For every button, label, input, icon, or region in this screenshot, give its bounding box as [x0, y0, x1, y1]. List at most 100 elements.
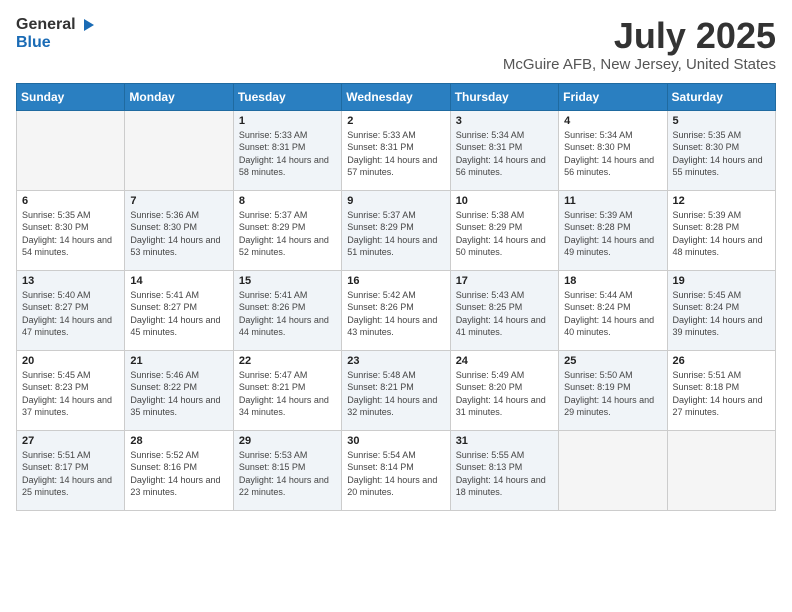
- cell-daylight: Daylight: 14 hours and 53 minutes.: [130, 234, 227, 259]
- day-number: 18: [564, 275, 661, 287]
- cell-daylight: Daylight: 14 hours and 41 minutes.: [456, 314, 553, 339]
- cell-sunset: Sunset: 8:18 PM: [673, 381, 770, 394]
- cell-july-9: 9 Sunrise: 5:37 AM Sunset: 8:29 PM Dayli…: [342, 190, 450, 270]
- cell-daylight: Daylight: 14 hours and 20 minutes.: [347, 474, 444, 499]
- week-row-4: 20 Sunrise: 5:45 AM Sunset: 8:23 PM Dayl…: [17, 350, 776, 430]
- cell-daylight: Daylight: 14 hours and 25 minutes.: [22, 474, 119, 499]
- cell-sunrise: Sunrise: 5:50 AM: [564, 369, 661, 382]
- day-number: 21: [130, 355, 227, 367]
- cell-july-14: 14 Sunrise: 5:41 AM Sunset: 8:27 PM Dayl…: [125, 270, 233, 350]
- cell-daylight: Daylight: 14 hours and 47 minutes.: [22, 314, 119, 339]
- day-number: 5: [673, 115, 770, 127]
- cell-sunset: Sunset: 8:28 PM: [673, 221, 770, 234]
- day-header-saturday: Saturday: [667, 83, 775, 110]
- cell-sunset: Sunset: 8:23 PM: [22, 381, 119, 394]
- cell-daylight: Daylight: 14 hours and 44 minutes.: [239, 314, 336, 339]
- cell-daylight: Daylight: 14 hours and 32 minutes.: [347, 394, 444, 419]
- cell-sunrise: Sunrise: 5:49 AM: [456, 369, 553, 382]
- cell-sunset: Sunset: 8:27 PM: [130, 301, 227, 314]
- main-title: July 2025: [503, 16, 776, 56]
- cell-sunset: Sunset: 8:22 PM: [130, 381, 227, 394]
- cell-sunset: Sunset: 8:21 PM: [347, 381, 444, 394]
- cell-daylight: Daylight: 14 hours and 35 minutes.: [130, 394, 227, 419]
- cell-sunrise: Sunrise: 5:51 AM: [22, 449, 119, 462]
- cell-sunset: Sunset: 8:28 PM: [564, 221, 661, 234]
- cell-july-1: 1 Sunrise: 5:33 AM Sunset: 8:31 PM Dayli…: [233, 110, 341, 190]
- cell-daylight: Daylight: 14 hours and 40 minutes.: [564, 314, 661, 339]
- day-number: 8: [239, 195, 336, 207]
- cell-july-23: 23 Sunrise: 5:48 AM Sunset: 8:21 PM Dayl…: [342, 350, 450, 430]
- cell-july-13: 13 Sunrise: 5:40 AM Sunset: 8:27 PM Dayl…: [17, 270, 125, 350]
- day-number: 19: [673, 275, 770, 287]
- day-header-wednesday: Wednesday: [342, 83, 450, 110]
- cell-daylight: Daylight: 14 hours and 56 minutes.: [564, 154, 661, 179]
- cell-daylight: Daylight: 14 hours and 34 minutes.: [239, 394, 336, 419]
- cell-july-17: 17 Sunrise: 5:43 AM Sunset: 8:25 PM Dayl…: [450, 270, 558, 350]
- cell-sunrise: Sunrise: 5:48 AM: [347, 369, 444, 382]
- cell-daylight: Daylight: 14 hours and 43 minutes.: [347, 314, 444, 339]
- cell-sunrise: Sunrise: 5:34 AM: [456, 129, 553, 142]
- cell-july-15: 15 Sunrise: 5:41 AM Sunset: 8:26 PM Dayl…: [233, 270, 341, 350]
- day-number: 14: [130, 275, 227, 287]
- cell-july-7: 7 Sunrise: 5:36 AM Sunset: 8:30 PM Dayli…: [125, 190, 233, 270]
- cell-sunrise: Sunrise: 5:36 AM: [130, 209, 227, 222]
- cell-july-12: 12 Sunrise: 5:39 AM Sunset: 8:28 PM Dayl…: [667, 190, 775, 270]
- cell-daylight: Daylight: 14 hours and 23 minutes.: [130, 474, 227, 499]
- cell-sunrise: Sunrise: 5:53 AM: [239, 449, 336, 462]
- cell-sunset: Sunset: 8:21 PM: [239, 381, 336, 394]
- week-row-1: 1 Sunrise: 5:33 AM Sunset: 8:31 PM Dayli…: [17, 110, 776, 190]
- day-number: 17: [456, 275, 553, 287]
- cell-sunrise: Sunrise: 5:52 AM: [130, 449, 227, 462]
- cell-daylight: Daylight: 14 hours and 51 minutes.: [347, 234, 444, 259]
- cell-sunset: Sunset: 8:29 PM: [456, 221, 553, 234]
- day-number: 29: [239, 435, 336, 447]
- cell-daylight: Daylight: 14 hours and 31 minutes.: [456, 394, 553, 419]
- subtitle: McGuire AFB, New Jersey, United States: [503, 56, 776, 73]
- cell-july-29: 29 Sunrise: 5:53 AM Sunset: 8:15 PM Dayl…: [233, 430, 341, 510]
- cell-daylight: Daylight: 14 hours and 50 minutes.: [456, 234, 553, 259]
- cell-july-11: 11 Sunrise: 5:39 AM Sunset: 8:28 PM Dayl…: [559, 190, 667, 270]
- cell-sunrise: Sunrise: 5:37 AM: [347, 209, 444, 222]
- cell-sunset: Sunset: 8:24 PM: [564, 301, 661, 314]
- cell-july-28: 28 Sunrise: 5:52 AM Sunset: 8:16 PM Dayl…: [125, 430, 233, 510]
- week-row-2: 6 Sunrise: 5:35 AM Sunset: 8:30 PM Dayli…: [17, 190, 776, 270]
- day-number: 6: [22, 195, 119, 207]
- logo-blue: Blue: [16, 34, 51, 51]
- cell-daylight: Daylight: 14 hours and 56 minutes.: [456, 154, 553, 179]
- cell-sunrise: Sunrise: 5:33 AM: [347, 129, 444, 142]
- cell-sunset: Sunset: 8:15 PM: [239, 461, 336, 474]
- day-number: 13: [22, 275, 119, 287]
- cell-sunrise: Sunrise: 5:35 AM: [673, 129, 770, 142]
- cell-july-6: 6 Sunrise: 5:35 AM Sunset: 8:30 PM Dayli…: [17, 190, 125, 270]
- cell-daylight: Daylight: 14 hours and 18 minutes.: [456, 474, 553, 499]
- day-number: 22: [239, 355, 336, 367]
- cell-july-2: 2 Sunrise: 5:33 AM Sunset: 8:31 PM Dayli…: [342, 110, 450, 190]
- day-number: 16: [347, 275, 444, 287]
- cell-daylight: Daylight: 14 hours and 58 minutes.: [239, 154, 336, 179]
- cell-daylight: Daylight: 14 hours and 39 minutes.: [673, 314, 770, 339]
- cell-july-24: 24 Sunrise: 5:49 AM Sunset: 8:20 PM Dayl…: [450, 350, 558, 430]
- cell-sunrise: Sunrise: 5:46 AM: [130, 369, 227, 382]
- cell-sunset: Sunset: 8:14 PM: [347, 461, 444, 474]
- cell-daylight: Daylight: 14 hours and 45 minutes.: [130, 314, 227, 339]
- cell-sunset: Sunset: 8:30 PM: [130, 221, 227, 234]
- day-header-sunday: Sunday: [17, 83, 125, 110]
- cell-july-4: 4 Sunrise: 5:34 AM Sunset: 8:30 PM Dayli…: [559, 110, 667, 190]
- cell-sunrise: Sunrise: 5:51 AM: [673, 369, 770, 382]
- cell-july-25: 25 Sunrise: 5:50 AM Sunset: 8:19 PM Dayl…: [559, 350, 667, 430]
- cell-daylight: Daylight: 14 hours and 54 minutes.: [22, 234, 119, 259]
- cell-daylight: Daylight: 14 hours and 29 minutes.: [564, 394, 661, 419]
- day-number: 26: [673, 355, 770, 367]
- cell-sunset: Sunset: 8:26 PM: [347, 301, 444, 314]
- cell-sunrise: Sunrise: 5:45 AM: [673, 289, 770, 302]
- cell-sunset: Sunset: 8:31 PM: [239, 141, 336, 154]
- day-number: 27: [22, 435, 119, 447]
- day-number: 30: [347, 435, 444, 447]
- cell-daylight: Daylight: 14 hours and 27 minutes.: [673, 394, 770, 419]
- cell-sunset: Sunset: 8:31 PM: [347, 141, 444, 154]
- day-header-thursday: Thursday: [450, 83, 558, 110]
- cell-sunset: Sunset: 8:29 PM: [239, 221, 336, 234]
- cell-sunset: Sunset: 8:31 PM: [456, 141, 553, 154]
- day-number: 7: [130, 195, 227, 207]
- logo: General Blue: [16, 16, 96, 52]
